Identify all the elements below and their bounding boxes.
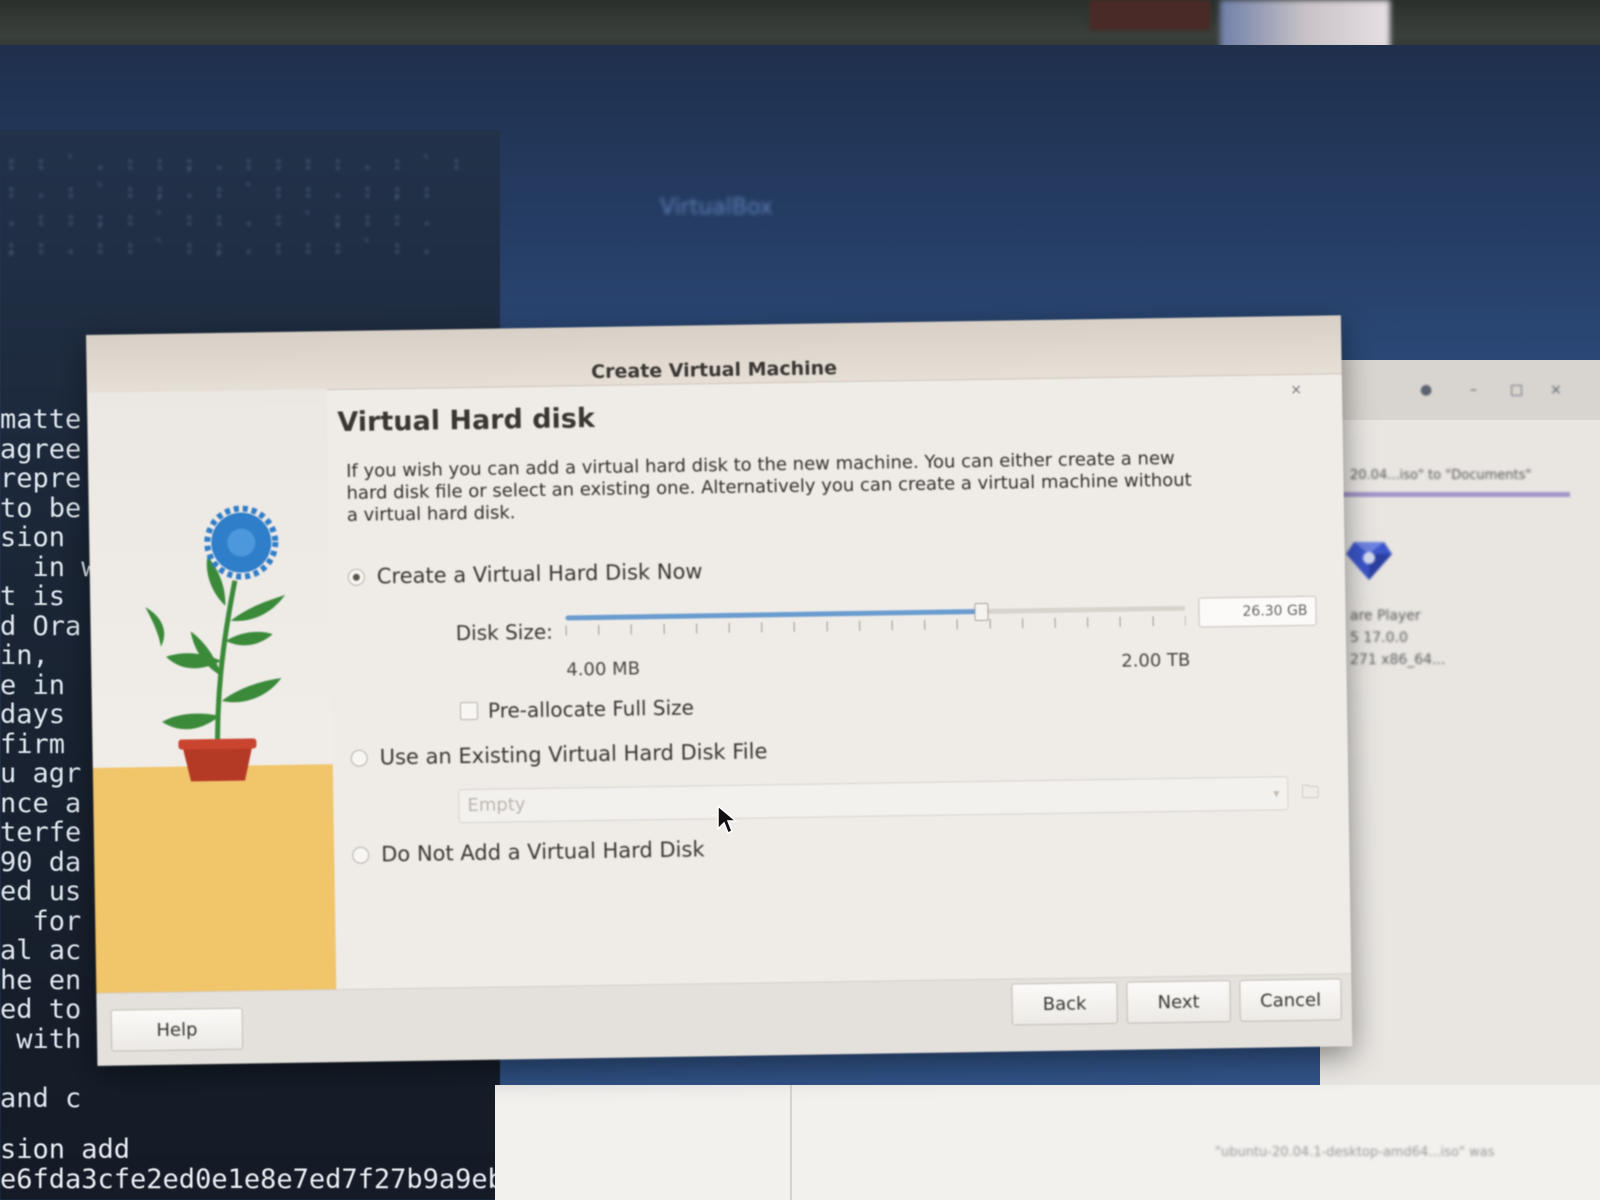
terminal-output: matte agree repre to be sion in wt is d Ora in… [0,405,98,1113]
maximize-icon[interactable]: □ [1510,382,1524,398]
minimize-icon[interactable]: – [1470,382,1484,398]
terminal-line: e6fda3cfe2ed0e1e8e7ed7f27b9a9ebc [0,1163,521,1195]
terminal-line: nce a [0,787,82,819]
back-button[interactable]: Back [1011,981,1118,1026]
radio-indicator[interactable] [352,846,370,864]
file-manager-pane: "ubuntu-20.04.1-desktop-amd64...iso" was [495,1085,1600,1200]
terminal-line: days [0,699,66,730]
cancel-button-label: Cancel [1259,989,1322,1012]
terminal-line: agree [0,433,82,465]
disk-size-label: Disk Size: [455,619,554,646]
disk-size-min-label: 4.00 MB [566,658,641,681]
next-button[interactable]: Next [1126,980,1231,1024]
window-title-faint: VirtualBox [660,195,773,220]
terminal-line: al ac [0,935,82,966]
background-object [1090,0,1210,30]
terminal-line: to be [0,492,82,524]
terminal-line: with [0,1023,82,1055]
terminal-line: t is [0,581,66,612]
radio-indicator[interactable] [350,749,368,767]
cancel-button[interactable]: Cancel [1239,978,1342,1022]
existing-disk-select[interactable]: Empty ▾ [458,776,1289,824]
menu-icon[interactable]: ● [1420,382,1434,398]
close-icon[interactable]: × [1550,382,1564,398]
terminal-line: he en [0,964,82,996]
help-button[interactable]: Help [110,1007,244,1052]
terminal-line: terfe [0,817,82,848]
wizard-illustration [86,389,337,993]
radio-use-existing[interactable]: Use an Existing Virtual Hard Disk File [350,739,768,770]
terminal-line: repre [0,463,82,494]
create-vm-dialog: Create Virtual Machine × Virtual Hard di… [86,315,1353,1066]
terminal-faint-text: : : ` . : : ; . : : : : . : ` :: . : ` :… [6,153,466,258]
help-button-label: Help [156,1018,198,1041]
terminal-line: sion add [0,1134,131,1165]
next-button-label: Next [1157,991,1200,1013]
terminal-line: sion [0,522,66,553]
vmware-player-label: are Player 5 17.0.0 271 x86_64... [1350,605,1445,671]
player-text-line: 271 x86_64... [1350,652,1446,668]
illustration-floor [92,764,337,993]
terminal-line: in, [0,640,49,671]
page-description: If you wish you can add a virtual hard d… [346,447,1192,526]
player-text-line: are Player [1350,608,1421,624]
plant-illustration [145,505,286,782]
terminal-output-bottom: sion add e6fda3cfe2ed0e1e8e7ed7f27b9a9ebc [0,1135,520,1194]
terminal-line: firm [0,728,66,760]
mouse-pointer-icon [717,805,737,835]
background-object [1220,0,1390,50]
player-text-line: 5 17.0.0 [1350,630,1408,646]
disk-size-max-label: 2.00 TB [1121,649,1191,672]
download-progress [1330,492,1570,497]
download-notice: 20.04...iso" to "Documents" [1350,468,1532,483]
terminal-line: u agr [0,758,82,789]
disk-size-input[interactable]: 26.30 GB [1198,595,1317,628]
slider-fill [565,608,981,621]
gem-icon [1346,542,1392,580]
terminal-line: ed us [0,876,82,907]
radio-create-now[interactable]: Create a Virtual Hard Disk Now [347,559,703,589]
radio-indicator[interactable] [347,568,365,586]
terminal-line: for [0,905,82,937]
terminal-line: e in [0,669,66,701]
radio-label: Do Not Add a Virtual Hard Disk [381,837,705,867]
background-window-header: ● – □ × [1320,360,1600,420]
checkbox-indicator[interactable] [459,701,479,721]
terminal-line: ed to [0,994,82,1025]
select-placeholder: Empty [467,794,526,817]
background-window[interactable]: ● – □ × 20.04...iso" to "Documents" are … [1320,360,1600,1200]
radio-do-not-add[interactable]: Do Not Add a Virtual Hard Disk [352,837,705,867]
status-text: "ubuntu-20.04.1-desktop-amd64...iso" was [1215,1145,1495,1160]
preallocate-label: Pre-allocate Full Size [487,695,695,723]
dialog-title: Create Virtual Machine [591,357,838,384]
disk-size-slider[interactable] [565,600,1186,640]
back-button-label: Back [1042,992,1087,1015]
radio-label: Create a Virtual Hard Disk Now [376,559,703,589]
terminal-line: d Ora [0,610,82,642]
dialog-content: Virtual Hard disk If you wish you can ad… [337,386,1336,961]
slider-handle[interactable] [974,602,989,622]
terminal-line: 90 da [0,846,82,878]
pane-divider [790,1085,792,1200]
page-title: Virtual Hard disk [337,403,596,439]
radio-label: Use an Existing Virtual Hard Disk File [379,739,768,770]
terminal-line: matte [0,404,82,435]
terminal-line: and c [0,1082,82,1114]
chevron-down-icon: ▾ [1273,786,1280,801]
preallocate-checkbox[interactable]: Pre-allocate Full Size [459,695,695,723]
folder-open-icon[interactable]: 🗀 [1301,780,1325,803]
terminal-line: in w [0,551,98,583]
